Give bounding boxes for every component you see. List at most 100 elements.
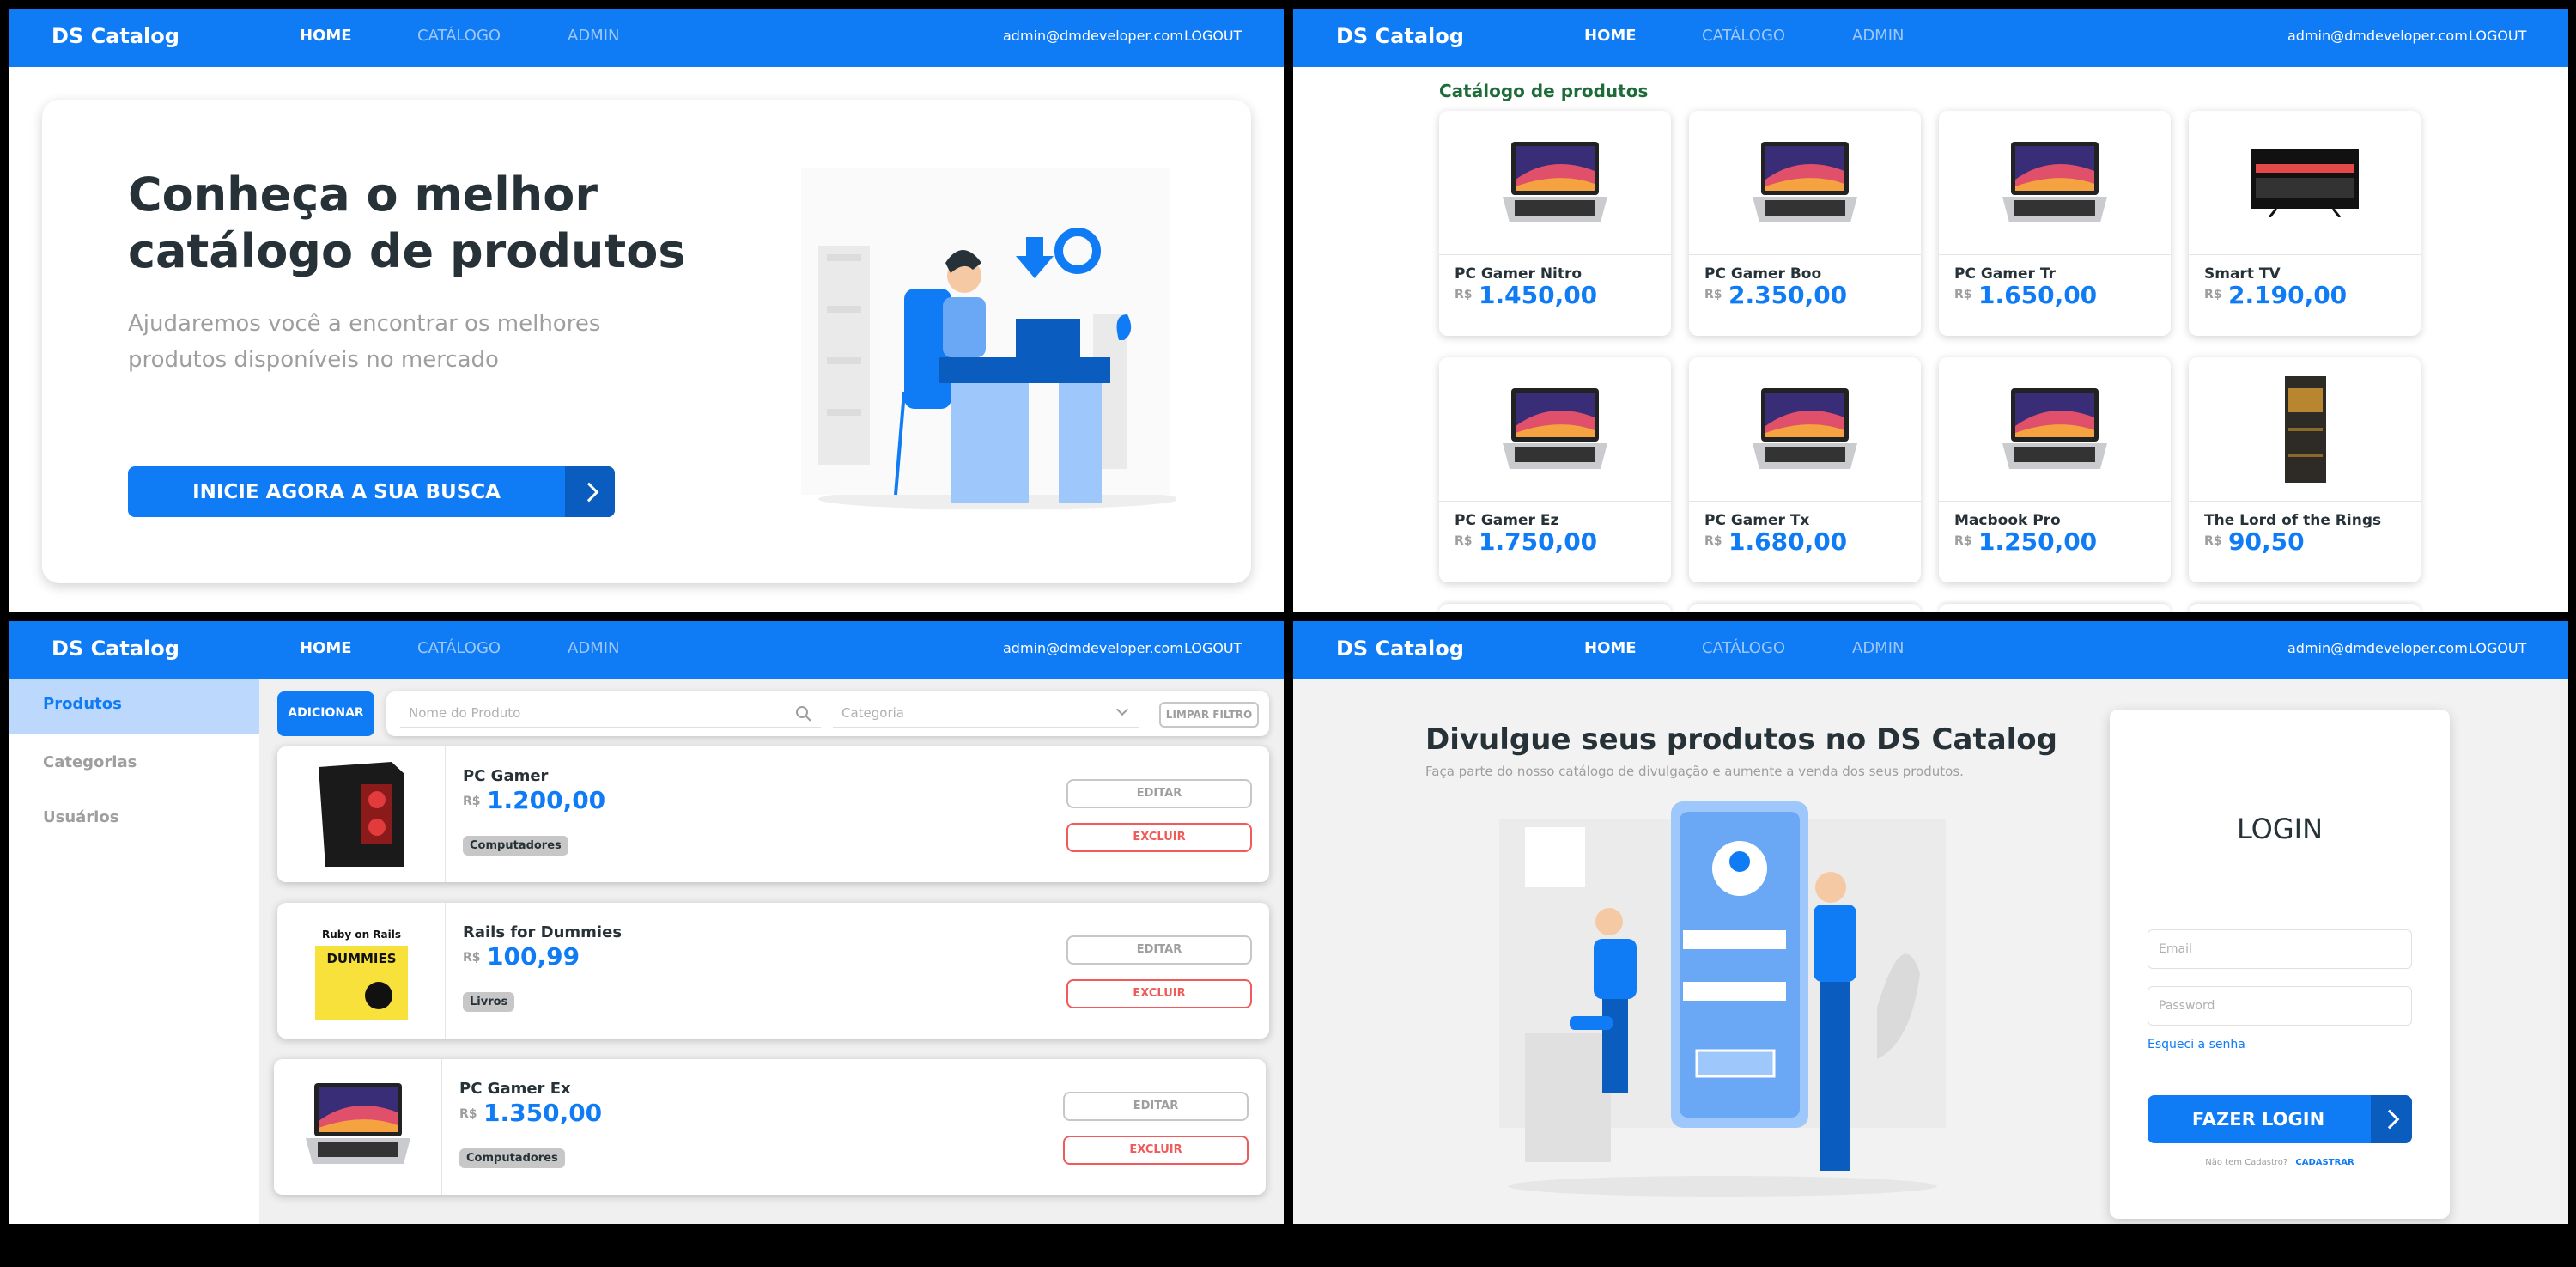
- admin-sidebar: Produtos Categorias Usuários: [9, 679, 259, 1224]
- product-card[interactable]: PC Gamer Boo R$ 2.350,00: [1689, 111, 1921, 336]
- product-image: [1689, 357, 1921, 502]
- register-link[interactable]: CADASTRAR: [2295, 1158, 2354, 1167]
- logout-link[interactable]: LOGOUT: [1184, 27, 1242, 44]
- category-select[interactable]: Categoria: [833, 700, 1139, 728]
- product-name: PC Gamer Tr: [1954, 265, 2056, 283]
- catalog-heading: Catálogo de produtos: [1439, 81, 1649, 101]
- login-button[interactable]: FAZER LOGIN: [2148, 1095, 2412, 1143]
- clear-filter-button[interactable]: LIMPAR FILTRO: [1159, 702, 1259, 728]
- password-field[interactable]: Password: [2148, 986, 2412, 1026]
- currency-label: R$: [2204, 534, 2222, 548]
- sidebar-item-categorias[interactable]: Categorias: [9, 734, 259, 789]
- category-badge: Computadores: [463, 836, 568, 856]
- no-account-text: Não tem Cadastro?: [2205, 1158, 2288, 1167]
- product-price: 2.190,00: [2228, 281, 2348, 309]
- nav-admin[interactable]: ADMIN: [568, 27, 619, 45]
- product-price: 1.350,00: [483, 1099, 603, 1127]
- edit-button[interactable]: EDITAR: [1066, 779, 1252, 808]
- product-card[interactable]: Smart TV R$ 2.190,00: [2189, 111, 2421, 336]
- currency-label: R$: [1704, 534, 1722, 548]
- product-row: PC Gamer Ex R$ 1.350,00 Computadores EDI…: [274, 1059, 1266, 1195]
- user-email: admin@dmdeveloper.com: [1003, 640, 1183, 656]
- start-search-button[interactable]: INICIE AGORA A SUA BUSCA: [128, 466, 615, 517]
- product-image: [2189, 357, 2421, 502]
- chevron-right-icon: [2379, 1109, 2400, 1130]
- hero-subtitle: Ajudaremos você a encontrar os melhores …: [128, 306, 600, 378]
- home-screen: DS Catalog HOME CATÁLOGO ADMIN admin@dmd…: [9, 9, 1284, 612]
- tv-image: [2251, 149, 2359, 217]
- signup-prompt: Não tem Cadastro? CADASTRAR: [2110, 1158, 2450, 1167]
- nav-home[interactable]: HOME: [1584, 639, 1637, 657]
- book-cover-image: Ruby on Rails DUMMIES: [315, 922, 408, 1020]
- brand-logo[interactable]: DS Catalog: [1336, 637, 1464, 661]
- nav-catalog[interactable]: CATÁLOGO: [1702, 639, 1785, 657]
- delete-button[interactable]: EXCLUIR: [1066, 979, 1252, 1008]
- product-row: PC Gamer R$ 1.200,00 Computadores EDITAR…: [277, 746, 1269, 882]
- email-field[interactable]: Email: [2148, 929, 2412, 969]
- currency-label: R$: [463, 795, 481, 808]
- login-title: LOGIN: [2236, 813, 2324, 845]
- product-image: [1939, 111, 2171, 255]
- product-image: [1939, 357, 2171, 502]
- product-image: [1439, 357, 1671, 502]
- sidebar-item-produtos[interactable]: Produtos: [9, 679, 259, 734]
- navbar: DS Catalog HOME CATÁLOGO ADMIN admin@dmd…: [9, 621, 1284, 679]
- nav-admin[interactable]: ADMIN: [1852, 639, 1904, 657]
- hero-title: Conheça o melhor catálogo de produtos: [128, 167, 685, 280]
- product-card[interactable]: PC Gamer Tr R$ 1.650,00: [1939, 111, 2171, 336]
- login-subhead: Faça parte do nosso catálogo de divulgaç…: [1425, 764, 1964, 779]
- delete-button[interactable]: EXCLUIR: [1063, 1136, 1249, 1165]
- nav-home[interactable]: HOME: [1584, 27, 1637, 45]
- login-button-label: FAZER LOGIN: [2191, 1109, 2325, 1130]
- logout-link[interactable]: LOGOUT: [2469, 640, 2526, 656]
- product-card[interactable]: The Lord of the Rings R$ 90,50: [2189, 357, 2421, 582]
- currency-label: R$: [463, 951, 481, 965]
- logout-link[interactable]: LOGOUT: [2469, 27, 2526, 44]
- brand-logo[interactable]: DS Catalog: [52, 637, 179, 661]
- edit-button[interactable]: EDITAR: [1063, 1092, 1249, 1121]
- product-price: 100,99: [487, 942, 580, 971]
- email-placeholder: Email: [2159, 942, 2192, 956]
- edit-button[interactable]: EDITAR: [1066, 935, 1252, 965]
- product-card[interactable]: PC Gamer Tx R$ 1.680,00: [1689, 357, 1921, 582]
- product-row: Ruby on Rails DUMMIES Rails for Dummies R…: [277, 903, 1269, 1039]
- login-headline: Divulgue seus produtos no DS Catalog: [1425, 722, 2057, 757]
- product-price: 1.450,00: [1479, 281, 1598, 309]
- password-placeholder: Password: [2159, 999, 2215, 1013]
- nav-catalog[interactable]: CATÁLOGO: [417, 27, 501, 45]
- product-name: Rails for Dummies: [463, 923, 623, 941]
- brand-logo[interactable]: DS Catalog: [1336, 24, 1464, 48]
- category-badge: Livros: [463, 992, 515, 1012]
- nav-home[interactable]: HOME: [300, 639, 352, 657]
- nav-catalog[interactable]: CATÁLOGO: [1702, 27, 1785, 45]
- product-name: PC Gamer Boo: [1704, 265, 1822, 283]
- product-image: [2189, 111, 2421, 255]
- product-price: 1.250,00: [1978, 527, 2098, 556]
- currency-label: R$: [1704, 288, 1722, 302]
- login-screen: DS Catalog HOME CATÁLOGO ADMIN admin@dmd…: [1293, 621, 2568, 1224]
- search-input[interactable]: Nome do Produto: [400, 700, 821, 728]
- add-product-button[interactable]: ADICIONAR: [277, 691, 374, 736]
- nav-admin[interactable]: ADMIN: [1852, 27, 1904, 45]
- delete-button[interactable]: EXCLUIR: [1066, 823, 1252, 852]
- product-name: PC Gamer Ex: [459, 1080, 571, 1098]
- product-card[interactable]: PC Gamer Ez R$ 1.750,00: [1439, 357, 1671, 582]
- catalog-screen: DS Catalog HOME CATÁLOGO ADMIN admin@dmd…: [1293, 9, 2568, 612]
- sidebar-item-usuarios[interactable]: Usuários: [9, 789, 259, 844]
- nav-home[interactable]: HOME: [300, 27, 352, 45]
- brand-logo[interactable]: DS Catalog: [52, 24, 179, 48]
- category-badge: Computadores: [459, 1148, 565, 1168]
- forgot-password-link[interactable]: Esqueci a senha: [2148, 1038, 2245, 1051]
- product-price: 1.650,00: [1978, 281, 2098, 309]
- chevron-down-icon: [1115, 703, 1129, 716]
- product-card[interactable]: PC Gamer Nitro R$ 1.450,00: [1439, 111, 1671, 336]
- nav-catalog[interactable]: CATÁLOGO: [417, 639, 501, 657]
- currency-label: R$: [1954, 534, 1972, 548]
- product-image: [274, 1059, 442, 1195]
- product-card[interactable]: Macbook Pro R$ 1.250,00: [1939, 357, 2171, 582]
- product-price: 1.200,00: [487, 786, 606, 814]
- book-box-image: [2285, 376, 2326, 483]
- laptop-image: [1753, 388, 1857, 469]
- logout-link[interactable]: LOGOUT: [1184, 640, 1242, 656]
- nav-admin[interactable]: ADMIN: [568, 639, 619, 657]
